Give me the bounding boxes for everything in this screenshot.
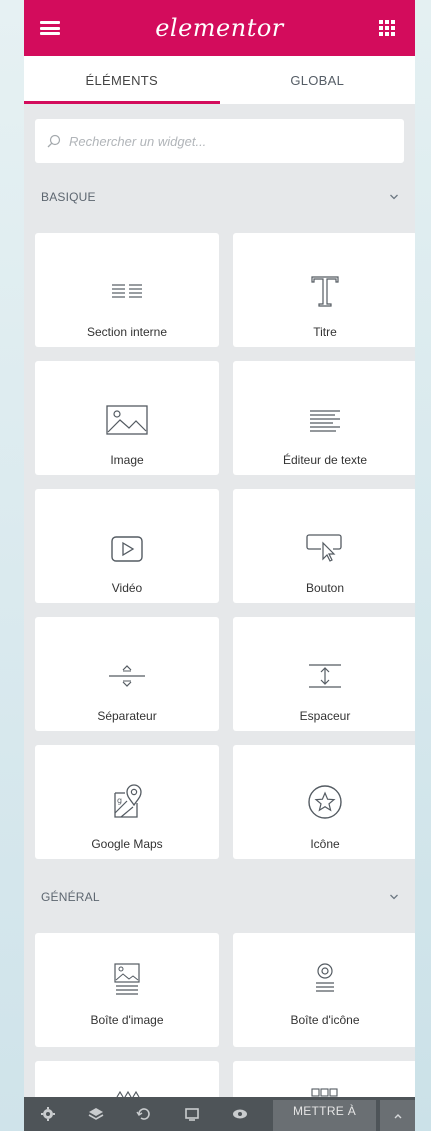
- widget-divider[interactable]: Séparateur: [35, 617, 219, 731]
- widgets-grid-icon[interactable]: [378, 20, 395, 36]
- desktop-icon: [185, 1108, 199, 1121]
- widget-label: Vidéo: [111, 581, 143, 595]
- widget-image[interactable]: Image: [35, 361, 219, 475]
- settings-button[interactable]: [24, 1097, 72, 1131]
- navigator-button[interactable]: [72, 1097, 120, 1131]
- chevron-up-icon: [394, 1113, 401, 1118]
- video-icon: [111, 536, 143, 562]
- widget-label: Boîte d'icône: [290, 1013, 360, 1027]
- star-icon: [308, 785, 342, 819]
- title-icon: [311, 276, 339, 307]
- widget-label: Icône: [310, 837, 340, 851]
- elementor-logo: elementor: [155, 14, 284, 42]
- widget-text-editor[interactable]: Éditeur de texte: [233, 361, 415, 475]
- eye-icon: [233, 1109, 247, 1119]
- menu-icon[interactable]: [40, 21, 60, 35]
- right-background: [415, 0, 431, 1131]
- svg-text:g: g: [117, 796, 122, 805]
- tab-elements[interactable]: ÉLÉMENTS: [24, 56, 220, 104]
- widget-inner-section[interactable]: Section interne: [35, 233, 219, 347]
- panel-header: elementor: [24, 0, 415, 56]
- gear-icon: [41, 1107, 55, 1121]
- image-box-icon: [114, 963, 140, 995]
- history-icon: [136, 1108, 150, 1120]
- category-title: GÉNÉRAL: [41, 890, 100, 904]
- widget-label: Section interne: [86, 325, 168, 339]
- widget-icon[interactable]: Icône: [233, 745, 415, 859]
- search-input[interactable]: [67, 132, 321, 150]
- preview-button[interactable]: [216, 1097, 264, 1131]
- widget-image-box[interactable]: Boîte d'image: [35, 933, 219, 1047]
- left-background: [0, 0, 24, 1131]
- publish-options-button[interactable]: [380, 1100, 415, 1131]
- widget-label: Titre: [313, 325, 337, 339]
- elementor-panel: elementor ÉLÉMENTS GLOBAL BASIQUE: [24, 0, 415, 1131]
- widget-spacer[interactable]: Espaceur: [233, 617, 415, 731]
- widget-label: Séparateur: [97, 709, 157, 723]
- widget-title[interactable]: Titre: [233, 233, 415, 347]
- widget-label: Espaceur: [299, 709, 351, 723]
- search-box: [35, 119, 404, 163]
- columns-icon: [112, 284, 142, 298]
- tab-global[interactable]: GLOBAL: [220, 56, 416, 104]
- icon-box-icon: [316, 963, 334, 992]
- widget-label: Éditeur de texte: [282, 453, 368, 467]
- category-basic-header[interactable]: BASIQUE: [24, 173, 415, 221]
- text-editor-icon: [310, 410, 340, 432]
- widget-icon-box[interactable]: Boîte d'icône: [233, 933, 415, 1047]
- map-icon: g: [114, 784, 142, 818]
- search-icon: [47, 134, 61, 148]
- basic-widgets-grid: Section interne Titre Image Éditeur de t…: [24, 233, 415, 859]
- widget-label: Image: [110, 453, 144, 467]
- widget-label: Boîte d'image: [90, 1013, 164, 1027]
- history-button[interactable]: [120, 1097, 168, 1131]
- layers-icon: [88, 1108, 104, 1120]
- chevron-down-icon: [390, 194, 398, 200]
- spacer-icon: [309, 664, 341, 688]
- panel-footer: METTRE À: [24, 1097, 415, 1131]
- publish-button[interactable]: METTRE À: [273, 1100, 376, 1131]
- chevron-down-icon: [390, 894, 398, 900]
- widget-label: Google Maps: [91, 837, 163, 851]
- category-title: BASIQUE: [41, 190, 96, 204]
- widget-video[interactable]: Vidéo: [35, 489, 219, 603]
- panel-tabs: ÉLÉMENTS GLOBAL: [24, 56, 415, 104]
- image-icon: [106, 405, 148, 435]
- widget-label: Bouton: [305, 581, 345, 595]
- category-general-header[interactable]: GÉNÉRAL: [24, 873, 415, 921]
- divider-icon: [109, 665, 145, 687]
- widget-google-maps[interactable]: g Google Maps: [35, 745, 219, 859]
- responsive-button[interactable]: [168, 1097, 216, 1131]
- button-icon: [306, 534, 342, 562]
- widget-button[interactable]: Bouton: [233, 489, 415, 603]
